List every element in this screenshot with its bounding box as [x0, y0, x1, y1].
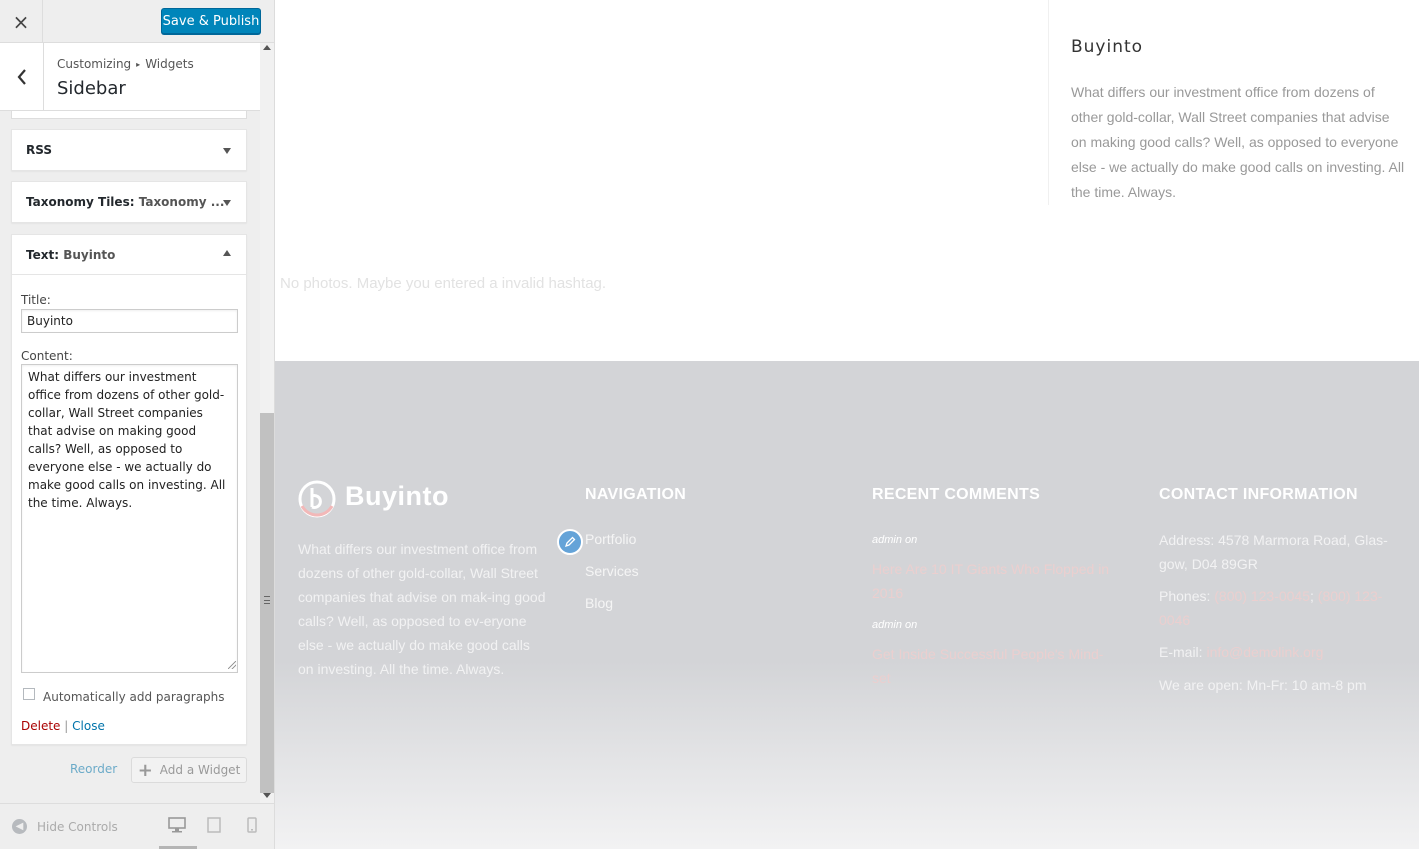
widget-type: Text: [26, 248, 60, 262]
navigation-heading: NAVIGATION [585, 486, 687, 503]
breadcrumb: Customizing ▸ Widgets [57, 57, 194, 71]
close-widget-link[interactable]: Close [72, 719, 105, 733]
hide-controls-icon[interactable]: ◀ [12, 819, 27, 834]
expand-arrow-icon[interactable] [223, 148, 231, 154]
contact-address: Address: 4578 Marmora Road, Glas-gow, D0… [1159, 532, 1388, 572]
preview-widget-text: What differs our investment office from … [1071, 84, 1405, 200]
chevron-left-icon [17, 68, 26, 85]
section-title: Sidebar [57, 78, 126, 99]
comment-meta: admin on [872, 534, 918, 546]
widget-type: RSS [26, 143, 52, 157]
widget-instance-title: Taxonomy ... [138, 195, 225, 209]
scroll-up-arrow-icon[interactable] [263, 45, 271, 50]
resize-handle-icon[interactable] [228, 661, 236, 669]
widget-title: Taxonomy Tiles: Taxonomy ... [26, 195, 224, 209]
footer-logo-text[interactable]: Buyinto [345, 481, 449, 512]
contact-info-heading: CONTACT INFORMATION [1159, 486, 1358, 503]
scrollbar-thumb[interactable] [260, 413, 274, 793]
plus-icon: + [137, 759, 153, 781]
widget-type: Taxonomy Tiles: [26, 195, 135, 209]
desktop-icon[interactable] [168, 817, 186, 833]
comment-post-link[interactable]: Get Inside Successful People's Mind-set [872, 642, 1122, 690]
widget-title: RSS [26, 143, 52, 157]
back-button[interactable] [0, 43, 44, 110]
preview-widget-title: Buyinto [1071, 37, 1144, 57]
comment-meta: admin on [872, 619, 918, 631]
footer-nav-link[interactable]: Blog [585, 595, 613, 611]
content-label: Content: [21, 349, 73, 363]
contact-phones: Phones: (800) 123-0045; (800) 123-0046 [1159, 584, 1399, 632]
email-label: E-mail: [1159, 644, 1203, 660]
customizer-footer: ◀ Hide Controls [0, 803, 274, 849]
pencil-icon [564, 536, 576, 548]
widget-taxonomy-tiles[interactable]: Taxonomy Tiles: Taxonomy ... [11, 181, 247, 223]
contact-email: E-mail: info@demolink.org [1159, 640, 1399, 664]
section-header: Customizing ▸ Widgets Sidebar [0, 43, 260, 111]
phones-label: Phones: [1159, 588, 1211, 604]
reorder-link[interactable]: Reorder [70, 762, 117, 776]
widget-title: Text: Buyinto [26, 248, 115, 262]
phone-separator: ; [1310, 588, 1314, 604]
comment-post-link[interactable]: Here Are 10 IT Giants Who Flopped in 201… [872, 557, 1122, 605]
previous-widget-edge [11, 111, 247, 119]
hide-controls-button[interactable]: Hide Controls [37, 820, 118, 834]
breadcrumb-item: Widgets [145, 57, 194, 71]
footer-nav-link[interactable]: Services [585, 563, 639, 579]
site-footer: Buyinto What differs our investment offi… [275, 361, 1419, 849]
widget-actions: Delete | Close [21, 719, 105, 733]
mobile-icon[interactable] [247, 817, 257, 833]
widget-rss[interactable]: RSS [11, 129, 247, 171]
email-link[interactable]: info@demolink.org [1206, 644, 1323, 660]
customizer-panel: × Save & Publish Customizing ▸ Widgets Sid… [0, 0, 275, 849]
delete-link[interactable]: Delete [21, 719, 60, 733]
content-textarea[interactable]: What differs our investment office from … [21, 364, 238, 673]
panel-scrollbar[interactable] [260, 43, 274, 803]
close-customizer-button[interactable]: × [0, 0, 43, 43]
edit-shortcut-pencil-icon[interactable] [557, 529, 583, 555]
tablet-icon[interactable] [207, 817, 221, 833]
add-widget-label: Add a Widget [159, 763, 241, 777]
widget-header[interactable]: Taxonomy Tiles: Taxonomy ... [12, 182, 246, 222]
title-input[interactable] [21, 309, 238, 333]
expand-arrow-icon[interactable] [223, 200, 231, 206]
logo-icon [298, 480, 336, 518]
collapse-arrow-icon[interactable] [223, 250, 231, 256]
breadcrumb-item: Customizing [57, 57, 132, 71]
save-publish-button[interactable]: Save & Publish [161, 8, 261, 34]
contact-hours: We are open: Mn-Fr: 10 am-8 pm [1159, 677, 1367, 693]
title-label: Title: [21, 293, 51, 307]
autop-label: Automatically add paragraphs [43, 690, 225, 704]
phone-link[interactable]: (800) 123-0045 [1214, 588, 1310, 604]
widget-text: Text: Buyinto Title: Content: What diffe… [11, 234, 247, 745]
footer-about-text: What differs our investment office from … [298, 541, 546, 677]
scroll-down-arrow-icon[interactable] [263, 793, 271, 798]
instagram-empty-message: No photos. Maybe you entered a invalid h… [280, 275, 607, 292]
widget-header[interactable]: Text: Buyinto [12, 235, 246, 275]
add-widget-button[interactable]: + Add a Widget [131, 757, 247, 783]
grip-icon [264, 596, 270, 604]
recent-comments-heading: RECENT COMMENTS [872, 486, 1041, 503]
link-separator: | [64, 719, 69, 733]
breadcrumb-separator: ▸ [136, 60, 141, 69]
customizer-header-actions: × Save & Publish [0, 0, 274, 43]
footer-nav-link[interactable]: Portfolio [585, 531, 636, 547]
site-preview: Buyinto What differs our investment offi… [275, 0, 1419, 849]
widget-header[interactable]: RSS [12, 130, 246, 170]
widget-instance-title: Buyinto [63, 248, 116, 262]
autop-checkbox[interactable] [23, 688, 35, 700]
sidebar-divider [1048, 0, 1049, 205]
